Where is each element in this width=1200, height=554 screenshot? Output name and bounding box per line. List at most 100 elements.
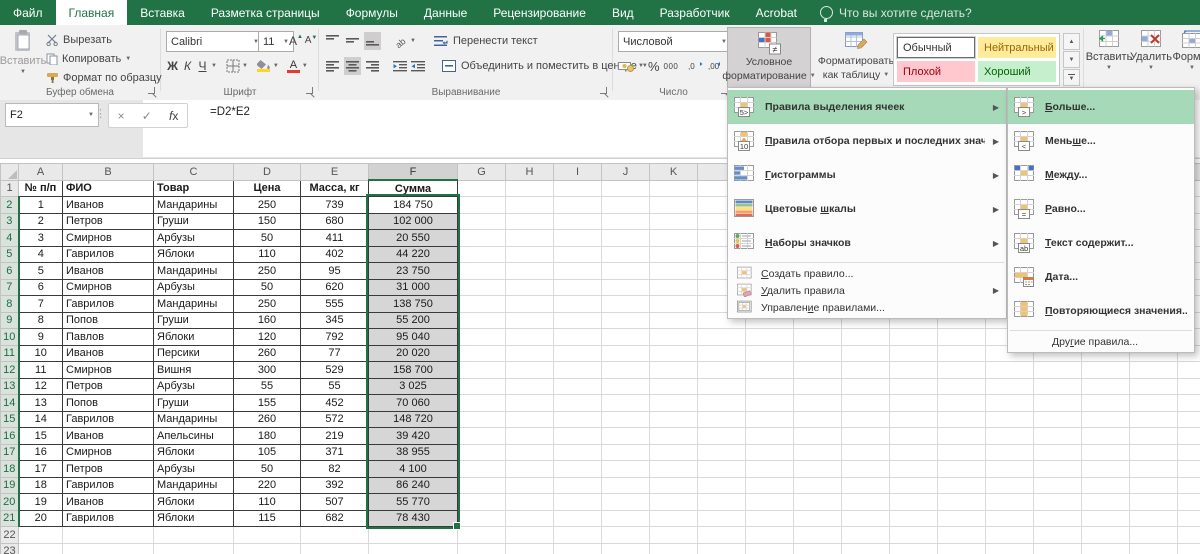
cf-submenu-item-2[interactable]: Между...	[1008, 158, 1194, 192]
grid-cell[interactable]	[62, 543, 154, 554]
grid-cell[interactable]	[457, 345, 506, 362]
grid-cell[interactable]	[697, 328, 746, 346]
paste-dropdown-arrow[interactable]: ▼	[20, 69, 26, 75]
grid-cell[interactable]	[985, 543, 1034, 554]
grid-cell[interactable]: 219	[300, 427, 369, 445]
grid-cell[interactable]: 15	[18, 427, 63, 445]
grid-cell[interactable]	[1129, 510, 1178, 527]
grid-cell[interactable]	[457, 493, 506, 511]
grid-cell[interactable]	[649, 328, 698, 346]
grid-cell[interactable]: 86 240	[368, 476, 458, 494]
tell-me-box[interactable]: Что вы хотите сделать?	[810, 0, 982, 25]
grid-cell[interactable]	[553, 394, 602, 412]
underline-button[interactable]: Ч	[196, 59, 209, 73]
grid-cell[interactable]	[697, 477, 746, 494]
grid-cell[interactable]: Смирнов	[62, 361, 154, 379]
grid-cell[interactable]	[793, 510, 842, 527]
grid-cell[interactable]: Груши	[153, 311, 234, 329]
ribbon-tab-9[interactable]: Acrobat	[743, 0, 810, 25]
grid-cell[interactable]	[1129, 493, 1178, 511]
grid-cell[interactable]	[1033, 444, 1082, 461]
name-box-dropdown-arrow[interactable]: ▼	[88, 112, 94, 118]
cf-menu-item-8[interactable]: Управление правилами...	[728, 299, 1006, 316]
grid-cell[interactable]	[601, 427, 650, 445]
grid-cell[interactable]	[745, 345, 794, 362]
grid-cell[interactable]: 9	[18, 328, 63, 346]
grid-cell[interactable]	[505, 229, 554, 247]
ribbon-tab-4[interactable]: Формулы	[333, 0, 411, 25]
grid-cell[interactable]: 260	[233, 410, 301, 428]
grid-cell[interactable]	[457, 411, 506, 428]
grid-cell[interactable]	[505, 279, 554, 296]
grid-cell[interactable]	[793, 328, 842, 346]
grid-cell[interactable]	[937, 493, 986, 511]
grid-cell[interactable]	[889, 361, 938, 379]
grid-cell[interactable]	[505, 378, 554, 395]
row-header-10[interactable]: 10	[0, 328, 20, 346]
grid-cell[interactable]: 250	[233, 196, 301, 214]
grid-cell[interactable]	[233, 526, 301, 544]
grid-cell[interactable]	[889, 510, 938, 527]
grid-cell[interactable]	[889, 345, 938, 362]
grid-cell[interactable]	[1177, 427, 1200, 445]
grid-cell[interactable]	[1033, 526, 1082, 544]
grid-cell[interactable]	[985, 378, 1034, 395]
cf-menu-item-7[interactable]: Удалить правила ▶	[728, 282, 1006, 299]
grid-cell[interactable]	[985, 510, 1034, 527]
grid-cell[interactable]: 739	[300, 196, 369, 214]
grid-cell[interactable]	[697, 444, 746, 461]
grid-cell[interactable]: 392	[300, 476, 369, 494]
fill-handle[interactable]	[453, 522, 461, 530]
grid-cell[interactable]	[745, 394, 794, 412]
grid-cell[interactable]	[1177, 460, 1200, 478]
grid-cell[interactable]: Груши	[153, 212, 234, 230]
grid-cell[interactable]	[889, 493, 938, 511]
cf-submenu-item-3[interactable]: = Равно...	[1008, 192, 1194, 226]
column-header-I[interactable]: I	[553, 163, 602, 181]
grid-cell[interactable]	[601, 229, 650, 247]
grid-cell[interactable]: Гаврилов	[62, 410, 154, 428]
grid-cell[interactable]	[649, 262, 698, 280]
grid-cell[interactable]	[697, 394, 746, 412]
grid-cell[interactable]	[937, 510, 986, 527]
grid-cell[interactable]: 77	[300, 344, 369, 362]
align-bottom-icon[interactable]	[364, 31, 381, 50]
grid-cell[interactable]	[1129, 460, 1178, 478]
grid-cell[interactable]: 11	[18, 361, 63, 379]
grid-cell[interactable]: 180	[233, 427, 301, 445]
grid-cell[interactable]: Петров	[62, 212, 154, 230]
grid-cell[interactable]	[1033, 493, 1082, 511]
grid-cell[interactable]	[505, 477, 554, 494]
grid-cell[interactable]	[937, 328, 986, 346]
gallery-more-icon[interactable]: ▼	[1063, 69, 1080, 86]
format-cells-button[interactable]: Формат ▼	[1172, 29, 1200, 89]
grid-cell[interactable]: 115	[233, 509, 301, 527]
grid-cell[interactable]: Груши	[153, 394, 234, 412]
grid-cell[interactable]: Иванов	[62, 196, 154, 214]
cf-menu-item-6[interactable]: Создать правило...	[728, 265, 1006, 282]
row-header-12[interactable]: 12	[0, 361, 20, 379]
borders-dropdown-arrow[interactable]: ▼	[242, 63, 248, 69]
grid-cell[interactable]	[985, 460, 1034, 478]
column-header-H[interactable]: H	[505, 163, 554, 181]
grid-cell[interactable]	[505, 180, 554, 197]
grid-cell[interactable]: Мандарины	[153, 295, 234, 313]
grid-cell[interactable]	[649, 543, 698, 554]
grid-cell[interactable]	[937, 427, 986, 445]
accounting-format-icon[interactable]	[618, 60, 634, 72]
grid-cell[interactable]: Гаврилов	[62, 476, 154, 494]
grid-cell[interactable]	[553, 510, 602, 527]
grid-cell[interactable]	[793, 460, 842, 478]
grid-cell[interactable]: 110	[233, 245, 301, 263]
grid-cell[interactable]	[1033, 361, 1082, 379]
grid-cell[interactable]	[601, 196, 650, 214]
grid-cell[interactable]	[505, 427, 554, 445]
grid-cell[interactable]: 38 955	[368, 443, 458, 461]
grid-cell[interactable]	[841, 444, 890, 461]
grid-cell[interactable]: 158 700	[368, 361, 458, 379]
select-all-corner[interactable]	[0, 163, 19, 181]
row-header-11[interactable]: 11	[0, 344, 20, 362]
grid-cell[interactable]	[1033, 394, 1082, 412]
grid-cell[interactable]	[601, 378, 650, 395]
align-middle-icon[interactable]	[344, 32, 361, 50]
